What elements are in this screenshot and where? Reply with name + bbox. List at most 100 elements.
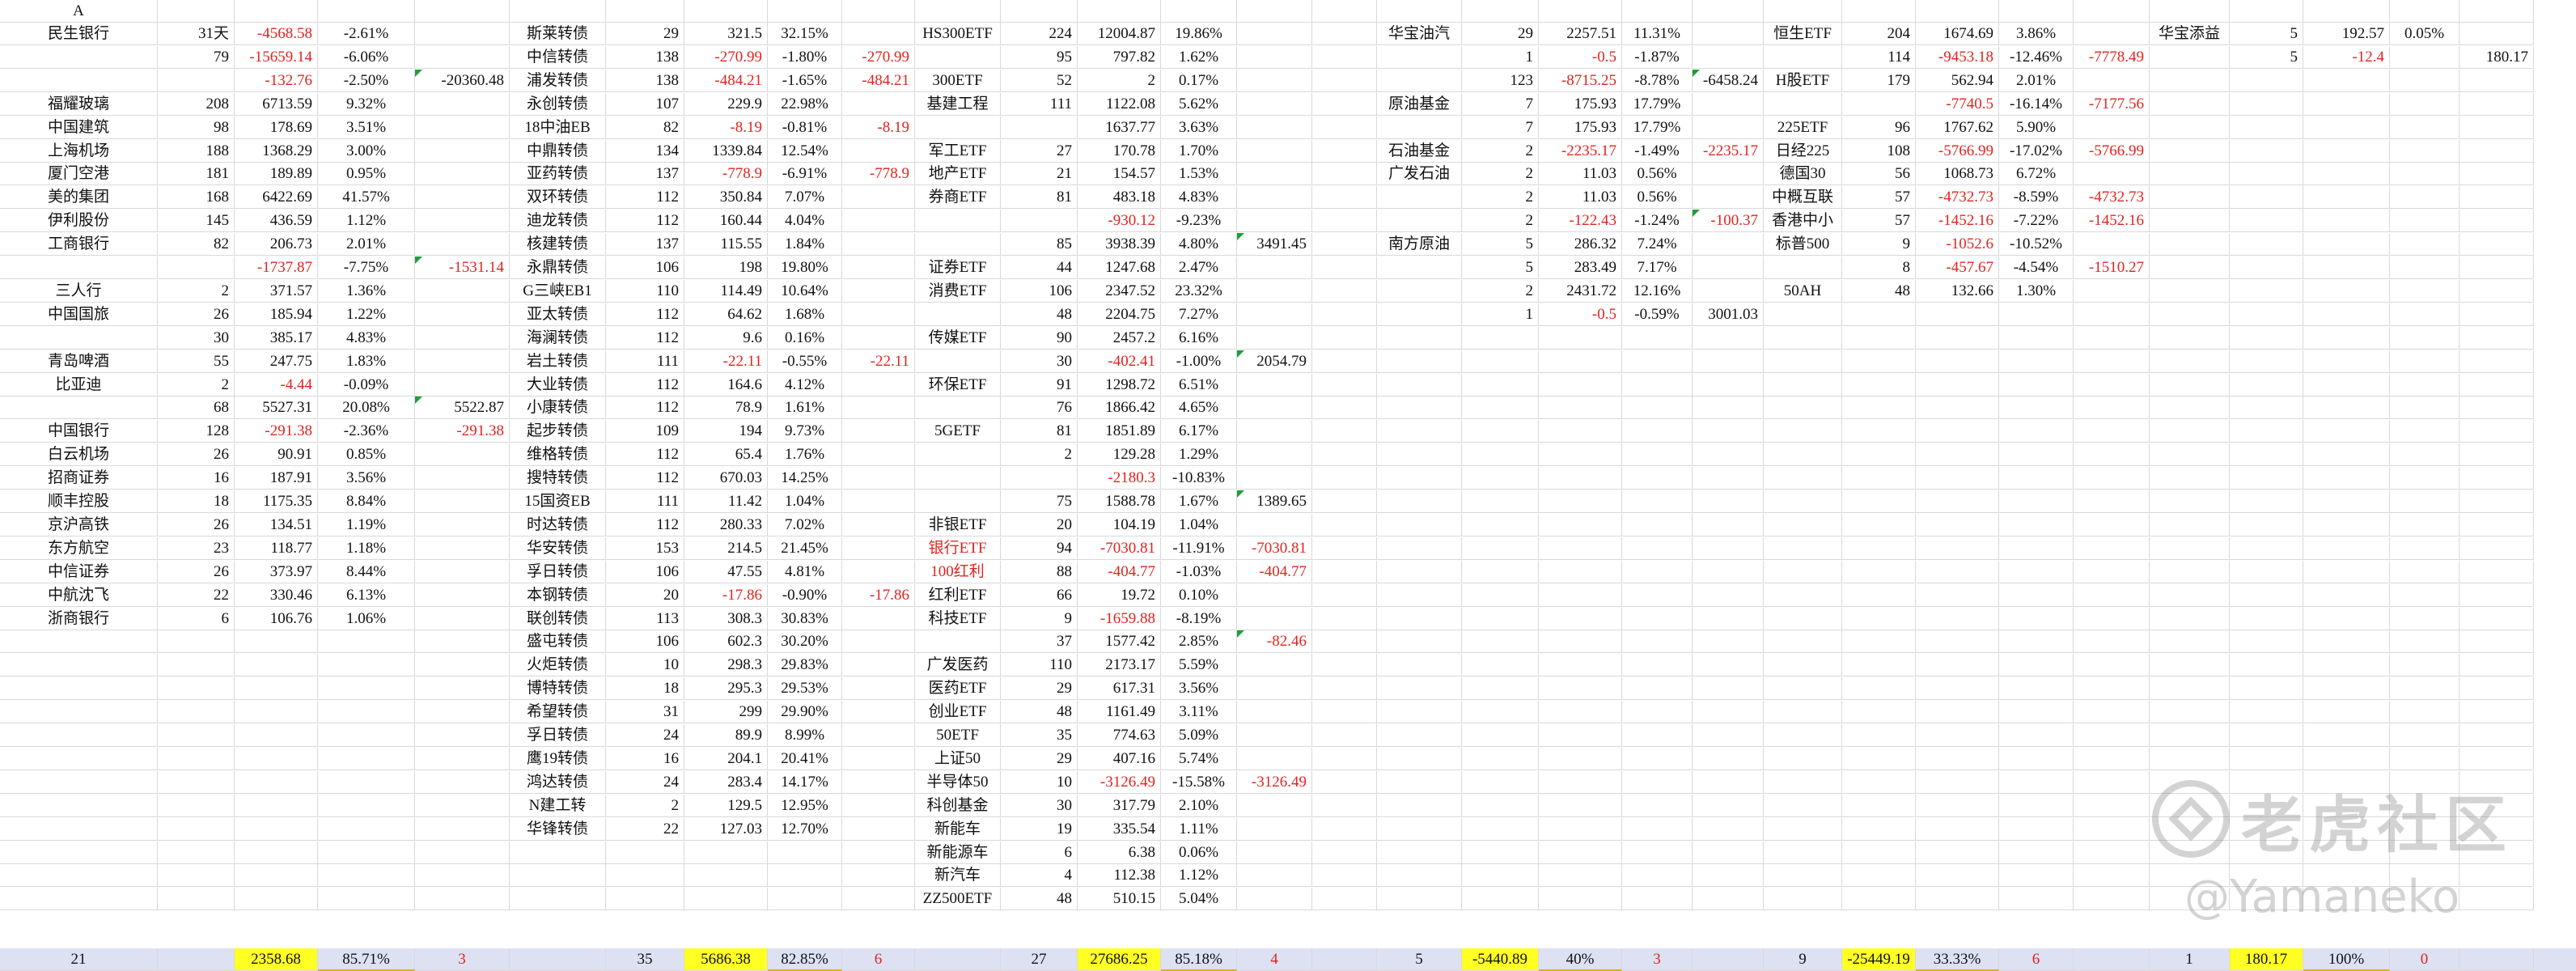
table-cell[interactable] xyxy=(1237,888,1312,911)
table-cell[interactable] xyxy=(2074,490,2150,513)
table-cell[interactable] xyxy=(1622,864,1693,888)
table-cell[interactable]: 中航沈飞 xyxy=(0,583,158,607)
table-cell[interactable] xyxy=(1999,303,2074,326)
table-cell[interactable] xyxy=(2074,279,2150,303)
table-cell[interactable]: 47.55 xyxy=(684,560,768,583)
table-cell[interactable] xyxy=(1764,583,1842,607)
table-cell[interactable]: 5522.87 xyxy=(415,396,510,420)
table-cell[interactable]: 35 xyxy=(1001,724,1078,747)
table-cell[interactable] xyxy=(158,701,235,724)
table-cell[interactable] xyxy=(1462,560,1539,583)
table-cell[interactable] xyxy=(1539,770,1622,794)
table-cell[interactable]: 295.3 xyxy=(684,677,768,701)
table-cell[interactable] xyxy=(2459,630,2534,654)
table-cell[interactable] xyxy=(1377,257,1462,279)
table-cell[interactable] xyxy=(1916,864,1999,888)
table-cell[interactable] xyxy=(2303,583,2390,607)
table-cell[interactable] xyxy=(842,139,915,163)
table-cell[interactable] xyxy=(842,303,915,326)
table-cell[interactable] xyxy=(1622,654,1693,677)
table-cell[interactable] xyxy=(1842,373,1916,396)
table-cell[interactable] xyxy=(2459,92,2534,116)
table-cell[interactable] xyxy=(915,490,1001,513)
table-cell[interactable]: 114.49 xyxy=(684,279,768,303)
table-cell[interactable] xyxy=(2459,841,2534,864)
table-cell[interactable]: 29 xyxy=(1001,677,1078,701)
table-cell[interactable] xyxy=(2390,560,2459,583)
table-cell[interactable] xyxy=(318,841,415,864)
table-cell[interactable]: 6 xyxy=(842,948,915,971)
table-cell[interactable] xyxy=(2074,724,2150,747)
table-cell[interactable]: 4.83% xyxy=(1161,186,1237,210)
table-cell[interactable] xyxy=(2303,467,2390,490)
table-cell[interactable]: -11.91% xyxy=(1161,536,1237,560)
table-cell[interactable] xyxy=(1764,677,1842,701)
table-cell[interactable] xyxy=(1377,373,1462,396)
table-cell[interactable]: 5.59% xyxy=(1161,654,1237,677)
table-cell[interactable] xyxy=(1622,560,1693,583)
table-cell[interactable]: 160.44 xyxy=(684,210,768,233)
table-cell[interactable] xyxy=(1237,677,1312,701)
table-cell[interactable]: 5 xyxy=(2230,23,2303,45)
table-cell[interactable]: 115.55 xyxy=(684,233,768,257)
table-cell[interactable]: 50ETF xyxy=(915,724,1001,747)
table-cell[interactable]: 111 xyxy=(606,350,684,373)
table-cell[interactable] xyxy=(1539,326,1622,350)
table-cell[interactable] xyxy=(1916,583,1999,607)
table-cell[interactable]: 6 xyxy=(158,607,235,630)
table-cell[interactable] xyxy=(2074,817,2150,841)
table-cell[interactable] xyxy=(1693,92,1764,116)
table-cell[interactable] xyxy=(842,210,915,233)
table-cell[interactable]: 0.10% xyxy=(1161,583,1237,607)
table-cell[interactable] xyxy=(842,23,915,45)
table-cell[interactable] xyxy=(1764,888,1842,911)
table-cell[interactable]: 14.17% xyxy=(768,770,842,794)
table-cell[interactable] xyxy=(1622,630,1693,654)
table-cell[interactable]: 1.29% xyxy=(1161,443,1237,467)
table-cell[interactable]: -4568.58 xyxy=(235,23,318,45)
table-cell[interactable]: 89.9 xyxy=(684,724,768,747)
table-cell[interactable]: 3.51% xyxy=(318,116,415,139)
table-cell[interactable]: -7177.56 xyxy=(2074,92,2150,116)
table-cell[interactable] xyxy=(915,233,1001,257)
table-cell[interactable] xyxy=(2074,701,2150,724)
table-cell[interactable] xyxy=(1237,747,1312,770)
table-cell[interactable]: 鸿达转债 xyxy=(510,770,606,794)
table-cell[interactable] xyxy=(1622,888,1693,911)
table-cell[interactable]: 环保ETF xyxy=(915,373,1001,396)
table-cell[interactable] xyxy=(768,888,842,911)
table-cell[interactable] xyxy=(842,677,915,701)
table-cell[interactable]: 175.93 xyxy=(1539,92,1622,116)
table-cell[interactable] xyxy=(2150,770,2230,794)
table-cell[interactable] xyxy=(2230,257,2303,279)
table-cell[interactable]: 证券ETF xyxy=(915,257,1001,279)
table-cell[interactable] xyxy=(1377,701,1462,724)
table-cell[interactable] xyxy=(2303,513,2390,536)
table-cell[interactable]: -4.54% xyxy=(1999,257,2074,279)
table-cell[interactable] xyxy=(2074,888,2150,911)
table-cell[interactable] xyxy=(1842,396,1916,420)
table-cell[interactable] xyxy=(1237,841,1312,864)
table-cell[interactable]: -10.83% xyxy=(1161,467,1237,490)
table-cell[interactable] xyxy=(1622,513,1693,536)
table-cell[interactable] xyxy=(158,677,235,701)
table-cell[interactable] xyxy=(1078,0,1161,23)
table-cell[interactable]: -4732.73 xyxy=(1916,186,1999,210)
table-cell[interactable] xyxy=(684,864,768,888)
table-cell[interactable] xyxy=(1999,630,2074,654)
table-cell[interactable] xyxy=(1842,92,1916,116)
table-cell[interactable] xyxy=(1693,257,1764,279)
table-cell[interactable] xyxy=(1999,0,2074,23)
table-cell[interactable]: 283.4 xyxy=(684,770,768,794)
table-cell[interactable] xyxy=(1764,490,1842,513)
table-cell[interactable]: 1.30% xyxy=(1999,279,2074,303)
table-cell[interactable] xyxy=(2459,139,2534,163)
table-cell[interactable] xyxy=(1539,747,1622,770)
table-cell[interactable]: 30.83% xyxy=(768,607,842,630)
table-cell[interactable]: 4.65% xyxy=(1161,396,1237,420)
table-cell[interactable]: 26 xyxy=(158,513,235,536)
table-cell[interactable]: 57 xyxy=(1842,210,1916,233)
table-cell[interactable] xyxy=(1237,724,1312,747)
table-cell[interactable]: -122.43 xyxy=(1539,210,1622,233)
table-cell[interactable]: 5 xyxy=(1462,233,1539,257)
